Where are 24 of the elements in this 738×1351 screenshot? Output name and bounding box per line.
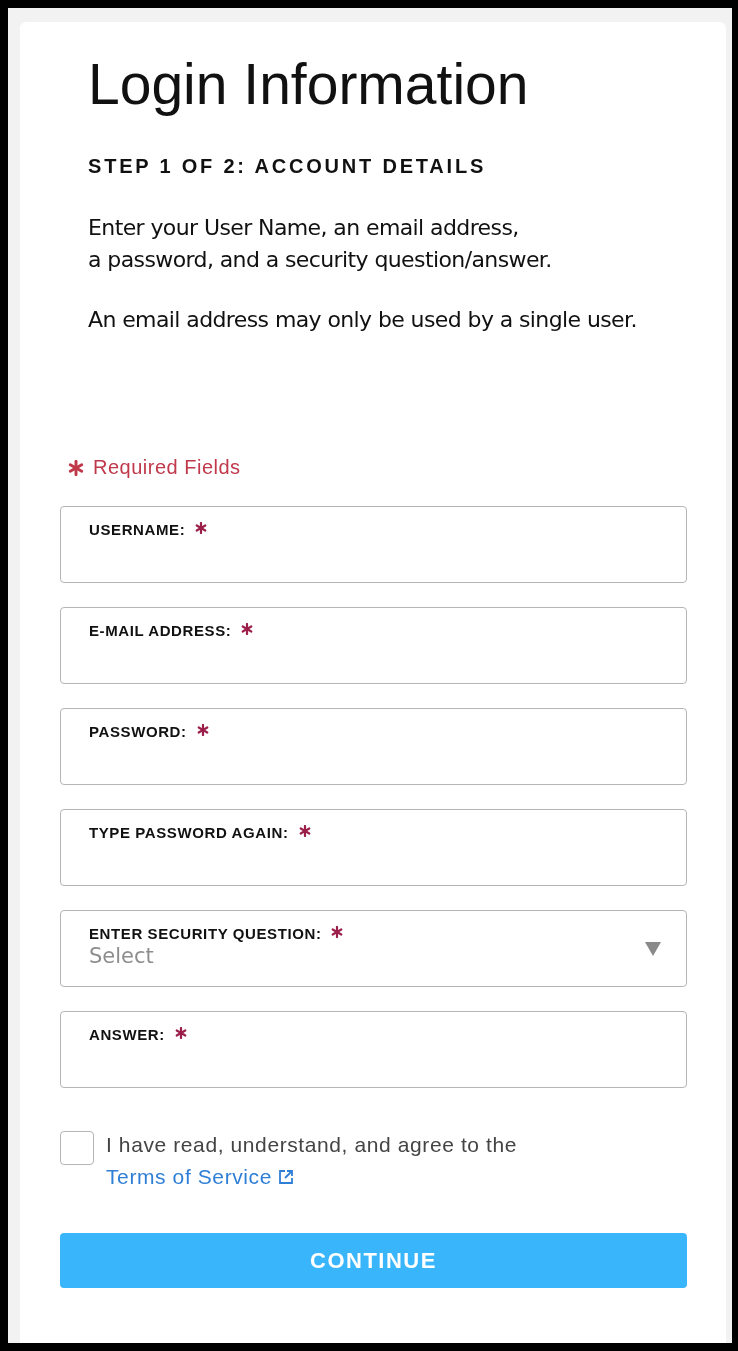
field-label: ANSWER: bbox=[89, 1026, 165, 1043]
input-field[interactable]: PASSWORD: bbox=[60, 708, 687, 785]
input-field[interactable]: USERNAME: bbox=[60, 506, 687, 583]
page-title: Login Information bbox=[88, 52, 530, 116]
input-field[interactable]: TYPE PASSWORD AGAIN: bbox=[60, 809, 687, 886]
field-label: E-MAIL ADDRESS: bbox=[89, 622, 232, 639]
required-note: Required Fields bbox=[93, 456, 241, 479]
terms-link[interactable]: Terms of Service bbox=[106, 1165, 295, 1188]
select-placeholder: Select bbox=[89, 944, 154, 968]
field-label: USERNAME: bbox=[89, 521, 186, 538]
asterisk-icon bbox=[68, 459, 84, 476]
input-field[interactable]: E-MAIL ADDRESS: bbox=[60, 607, 687, 684]
field-label: TYPE PASSWORD AGAIN: bbox=[89, 824, 289, 841]
security-question-dropdown[interactable]: ENTER SECURITY QUESTION: Select bbox=[60, 910, 687, 987]
agreement-text: I have read, understand, and agree to the Terms of Service bbox=[106, 1132, 519, 1190]
instruction-text: Enter your User Name, an email address, a password, and a security question/answer. bbox=[88, 214, 553, 274]
checkbox[interactable] bbox=[60, 1131, 94, 1165]
field-label: ENTER SECURITY QUESTION: bbox=[89, 925, 322, 942]
input-field[interactable]: ANSWER: bbox=[60, 1011, 687, 1088]
external-link-icon bbox=[278, 1169, 295, 1185]
instruction-text: An email address may only be used by a single user. bbox=[88, 306, 638, 334]
field-label: PASSWORD: bbox=[89, 723, 187, 740]
step-heading: STEP 1 OF 2: ACCOUNT DETAILS bbox=[88, 154, 488, 178]
caret-icon bbox=[645, 942, 661, 956]
